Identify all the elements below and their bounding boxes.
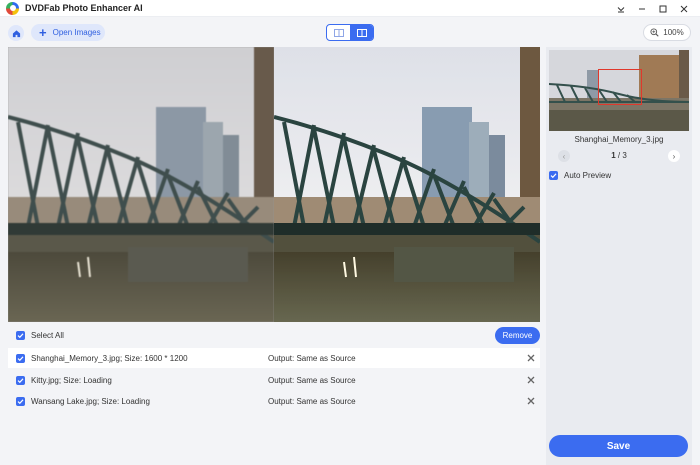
delete-row-icon[interactable] — [526, 353, 536, 363]
split-view-button[interactable] — [350, 25, 373, 40]
home-icon — [12, 29, 20, 37]
remove-button[interactable]: Remove — [495, 327, 540, 344]
zoom-button[interactable]: 100% — [643, 24, 691, 41]
page-current: 1 — [611, 151, 616, 160]
page-total: 3 — [622, 151, 627, 160]
table-row[interactable]: Wansang Lake.jpg; Size: Loading Output: … — [8, 391, 540, 411]
file-info: Wansang Lake.jpg; Size: Loading — [31, 396, 150, 406]
table-row[interactable]: Kitty.jpg; Size: Loading Output: Same as… — [8, 370, 540, 390]
view-mode-toggle — [326, 24, 374, 41]
select-all-label: Select All — [31, 331, 64, 340]
file-info: Kitty.jpg; Size: Loading — [31, 375, 112, 385]
original-image-pane — [8, 47, 274, 322]
open-images-label: Open Images — [52, 28, 101, 37]
row-checkbox[interactable] — [16, 396, 25, 406]
output-setting: Output: Same as Source — [268, 375, 356, 385]
row-checkbox[interactable] — [16, 375, 25, 385]
checkbox-checked-icon — [16, 331, 25, 340]
close-icon[interactable] — [673, 0, 694, 17]
output-setting: Output: Same as Source — [268, 396, 356, 406]
single-view-button[interactable] — [327, 25, 350, 40]
auto-preview-label: Auto Preview — [564, 171, 612, 180]
zoom-level: 100% — [663, 28, 684, 37]
plus-icon: + — [39, 25, 47, 40]
app-logo-icon — [6, 1, 19, 15]
file-list: Select All Remove Shanghai_Memory_3.jpg;… — [8, 322, 540, 414]
settings-dropdown-icon[interactable] — [610, 0, 631, 17]
minimize-icon[interactable] — [631, 0, 652, 17]
file-info: Shanghai_Memory_3.jpg; Size: 1600 * 1200 — [31, 353, 188, 363]
zoom-region-frame[interactable] — [598, 69, 642, 105]
title-bar: DVDFab Photo Enhancer AI — [0, 0, 700, 17]
single-view-icon — [333, 28, 344, 37]
side-panel: Shanghai_Memory_3.jpg ‹ 1 / 3 › Auto Pre… — [546, 47, 692, 465]
page-separator: / — [617, 151, 621, 160]
home-button[interactable] — [8, 25, 24, 41]
open-images-button[interactable]: + Open Images — [31, 24, 105, 41]
enhanced-image-pane — [274, 47, 540, 322]
row-checkbox[interactable] — [16, 353, 25, 363]
save-button[interactable]: Save — [549, 435, 688, 457]
app-title: DVDFab Photo Enhancer AI — [25, 3, 143, 13]
checkbox-checked-icon — [549, 171, 558, 180]
maximize-icon[interactable] — [652, 0, 673, 17]
current-file-name: Shanghai_Memory_3.jpg — [574, 135, 664, 144]
next-image-button[interactable]: › — [668, 150, 680, 162]
zoom-icon — [650, 28, 659, 37]
delete-row-icon[interactable] — [526, 396, 536, 406]
split-view-icon — [356, 28, 367, 37]
select-all-checkbox[interactable]: Select All — [16, 331, 64, 340]
thumbnail[interactable] — [549, 50, 689, 131]
window-controls — [610, 0, 694, 17]
delete-row-icon[interactable] — [526, 375, 536, 385]
table-row[interactable]: Shanghai_Memory_3.jpg; Size: 1600 * 1200… — [8, 348, 540, 368]
image-preview[interactable] — [8, 47, 540, 322]
chevron-right-icon: › — [672, 151, 676, 161]
auto-preview-checkbox[interactable]: Auto Preview — [549, 171, 611, 180]
output-setting: Output: Same as Source — [268, 353, 356, 363]
